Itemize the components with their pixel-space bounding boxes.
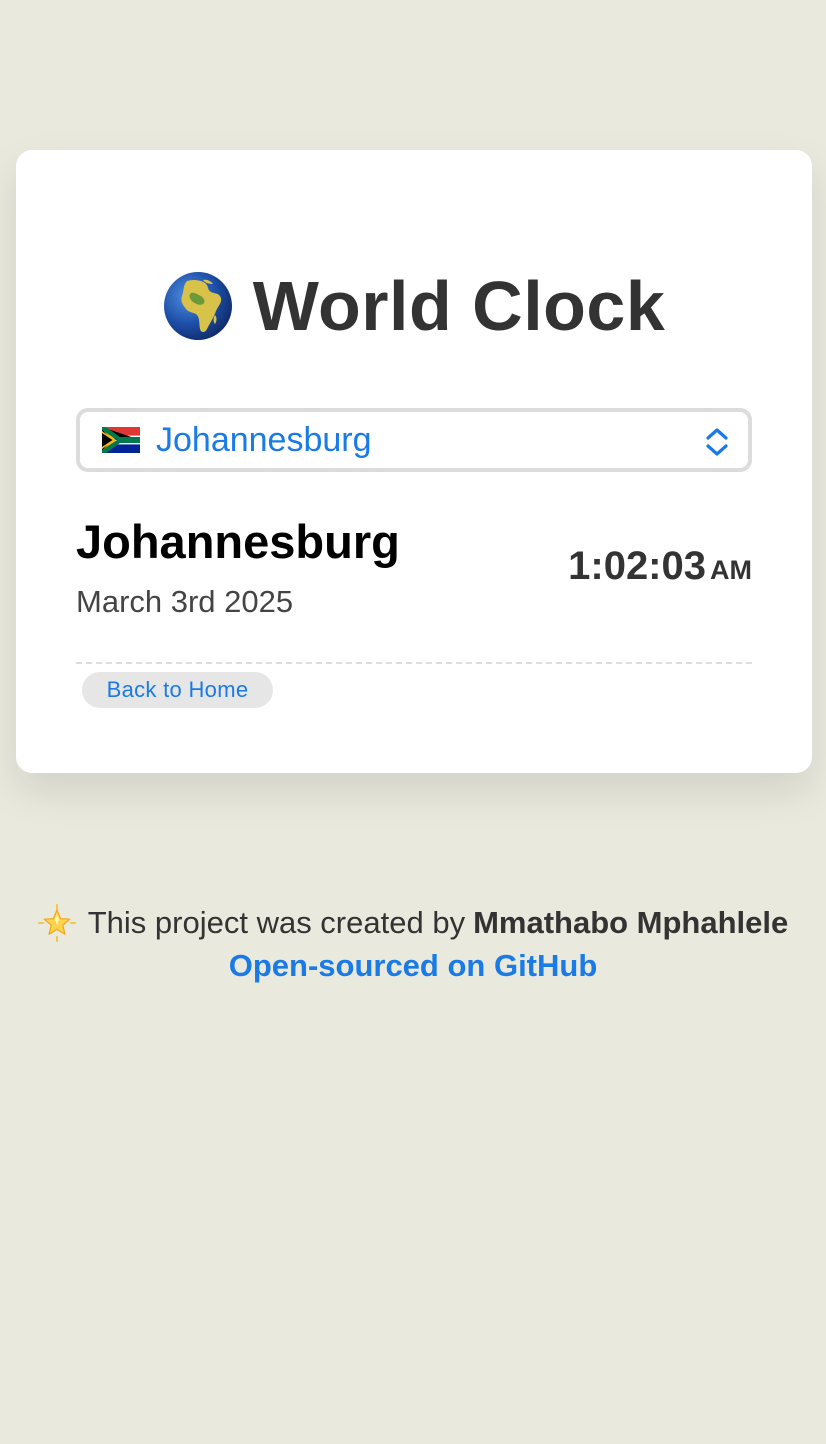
city-name: Johannesburg (76, 515, 400, 568)
city-select-value: Johannesburg (156, 420, 372, 459)
title-text: World Clock (252, 267, 666, 345)
globe-africa-icon (163, 272, 232, 340)
footer: This project was created by Mmathabo Mph… (0, 900, 826, 986)
back-to-home-button[interactable]: Back to Home (82, 672, 273, 708)
divider (76, 662, 752, 664)
city-select[interactable]: Johannesburg (76, 408, 752, 472)
credit-text: This project was created by (87, 905, 466, 940)
clock-card: World Clock Johannesburg Johannesburg Ma… (16, 150, 812, 773)
author-name: Mmathabo Mphahlele (473, 905, 789, 940)
time-value: 1:02:03 (568, 544, 706, 588)
city-time: 1:02:03 AM (568, 544, 752, 589)
credit-line: This project was created by Mmathabo Mph… (0, 900, 826, 946)
glowing-star-icon (37, 904, 76, 942)
page-title: World Clock (16, 267, 812, 345)
github-link[interactable]: Open-sourced on GitHub (229, 946, 598, 986)
city-date: March 3rd 2025 (76, 584, 294, 619)
south-africa-flag-icon (102, 427, 140, 453)
time-ampm: AM (710, 555, 752, 585)
chevron-updown-icon (706, 428, 728, 456)
